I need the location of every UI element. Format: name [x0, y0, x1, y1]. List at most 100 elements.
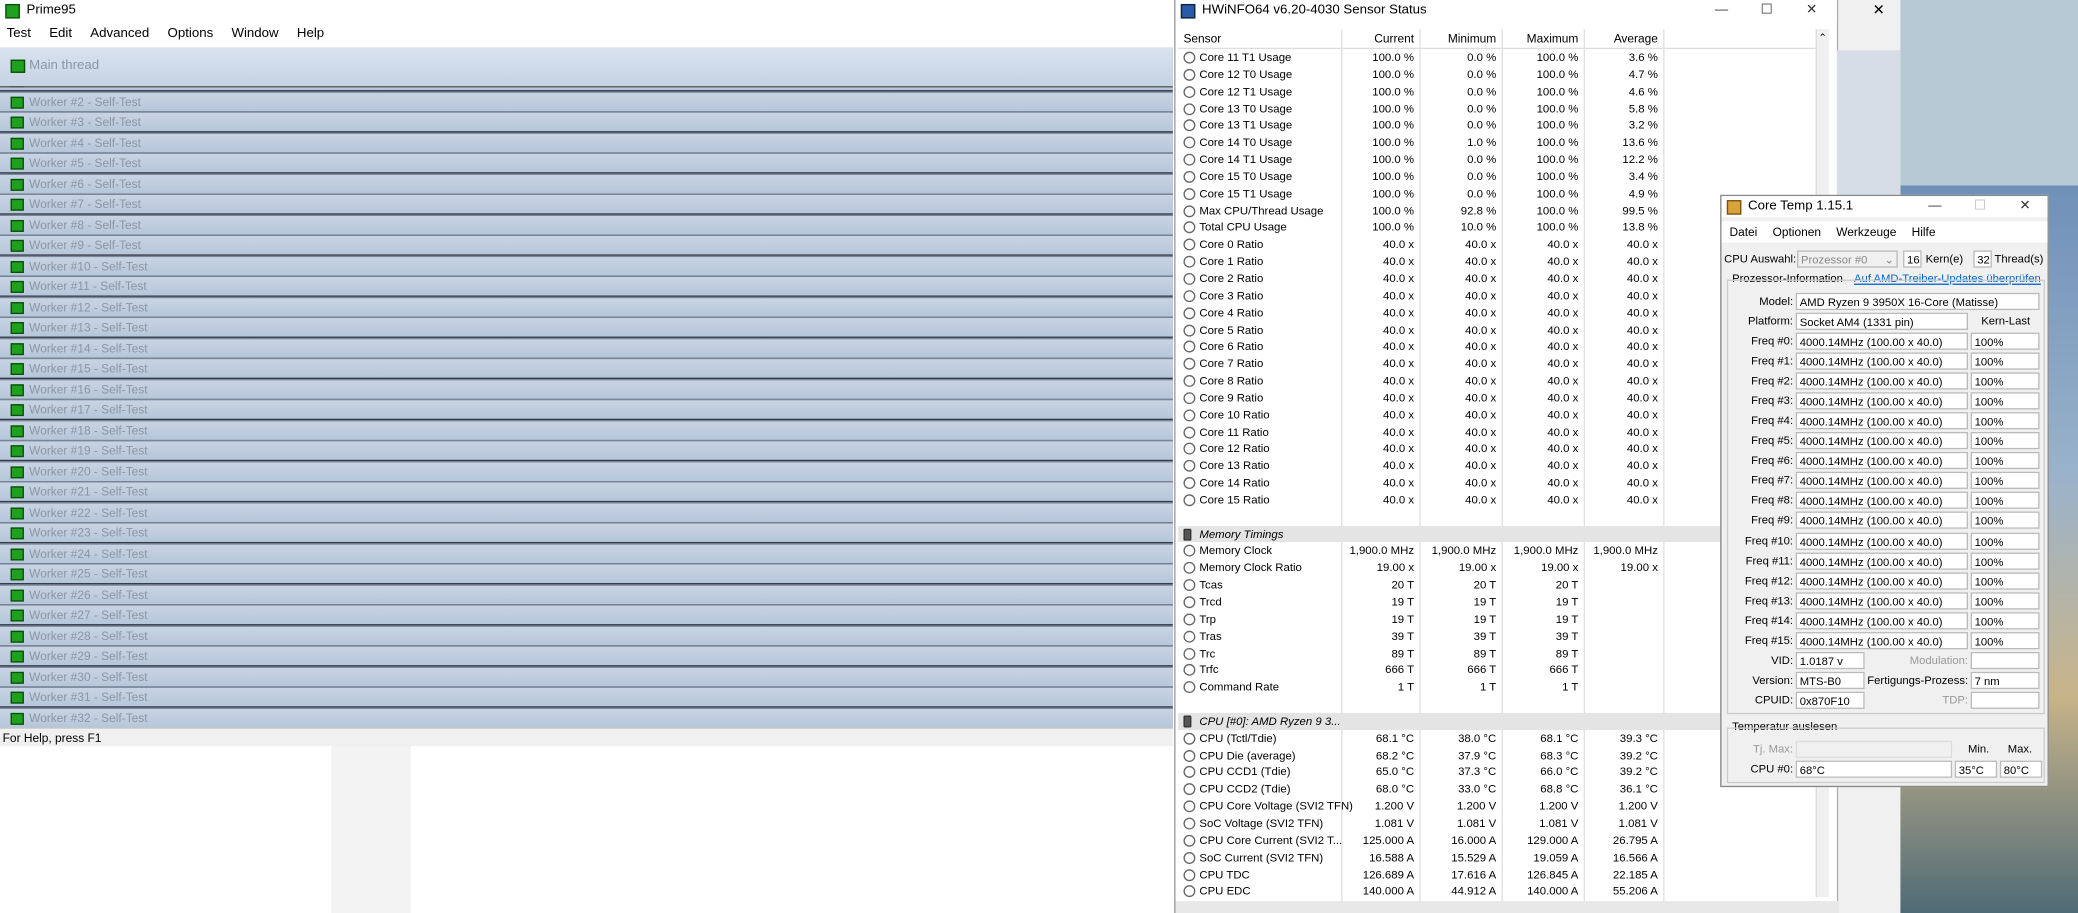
freq-label: Freq #4: — [1751, 413, 1794, 427]
sensor-row[interactable]: Core 13 T0 Usage 100.0 % 0.0 % 100.0 % 5.8 % — [1178, 100, 1827, 117]
freq-value: 4000.14MHz (100.00 x 40.0) — [1795, 611, 1969, 630]
sensor-row[interactable]: Core 13 T1 Usage 100.0 % 0.0 % 100.0 % 3.2 % — [1178, 117, 1827, 134]
worker-window[interactable]: Worker #26 - Self-Test — [0, 583, 1173, 605]
worker-window[interactable]: Worker #6 - Self-Test — [0, 172, 1173, 195]
worker-window[interactable]: Worker #24 - Self-Test — [0, 542, 1173, 564]
sensor-row[interactable]: Core 14 T0 Usage 100.0 % 1.0 % 100.0 % 13.6 … — [1178, 134, 1827, 151]
col-average[interactable]: Average — [1584, 29, 1658, 49]
menu-optionen[interactable]: Optionen — [1773, 225, 1821, 238]
freq-label: Freq #14: — [1744, 613, 1794, 627]
menu-advanced[interactable]: Advanced — [90, 27, 149, 42]
menu-edit[interactable]: Edit — [49, 27, 72, 42]
col-maximum[interactable]: Maximum — [1502, 29, 1579, 49]
sensor-row[interactable]: Core 12 T1 Usage 100.0 % 0.0 % 100.0 % 4.6 % — [1178, 83, 1827, 100]
sensor-row[interactable]: Core 14 T1 Usage 100.0 % 0.0 % 100.0 % 12.2 … — [1178, 151, 1827, 168]
sensor-current: 100.0 % — [1372, 169, 1415, 183]
sensor-average: 1.081 V — [1618, 816, 1658, 830]
worker-window[interactable]: Worker #32 - Self-Test — [0, 706, 1173, 728]
sensor-icon — [1183, 885, 1196, 898]
close-icon[interactable]: ✕ — [1789, 0, 1834, 21]
worker-window[interactable]: Worker #31 - Self-Test — [0, 686, 1173, 708]
sensor-icon — [1183, 613, 1196, 626]
prime95-app-icon — [5, 3, 20, 19]
col-minimum[interactable]: Minimum — [1419, 29, 1496, 49]
worker-window[interactable]: Worker #13 - Self-Test — [0, 316, 1173, 338]
sensor-icon — [1183, 153, 1196, 166]
main-thread-window[interactable]: Main thread — [0, 47, 1173, 88]
sensor-icon — [1183, 323, 1196, 336]
sensor-row[interactable]: Core 11 T1 Usage 100.0 % 0.0 % 100.0 % 3.6 % — [1178, 49, 1827, 66]
coretemp-window: Core Temp 1.15.1 — ☐ ✕ Datei Optionen We… — [1720, 194, 2049, 788]
menu-help[interactable]: Help — [297, 27, 324, 42]
worker-window[interactable]: Worker #17 - Self-Test — [0, 398, 1173, 421]
sensor-row[interactable]: CPU Core Voltage (SVI2 TFN) 1.200 V 1.200 … — [1178, 798, 1827, 815]
processor-select[interactable]: Prozessor #0 ⌄ — [1797, 250, 1898, 268]
worker-window[interactable]: Worker #19 - Self-Test — [0, 439, 1173, 462]
worker-window[interactable]: Worker #8 - Self-Test — [0, 214, 1173, 236]
menu-hilfe[interactable]: Hilfe — [1912, 225, 1936, 238]
cores-count: 16 — [1903, 250, 1922, 268]
prime95-child-icon — [10, 137, 24, 150]
sensor-row[interactable]: CPU TDC 126.689 A 17.616 A 126.845 A 22.185 … — [1178, 866, 1827, 883]
worker-window[interactable]: Worker #20 - Self-Test — [0, 460, 1173, 482]
sensor-row[interactable]: Core 12 T0 Usage 100.0 % 0.0 % 100.0 % 4.7 % — [1178, 66, 1827, 83]
worker-window[interactable]: Worker #22 - Self-Test — [0, 501, 1173, 523]
sensor-minimum: 40.0 x — [1465, 458, 1497, 473]
sensor-current: 40.0 x — [1383, 322, 1415, 336]
worker-window[interactable]: Worker #2 - Self-Test — [0, 90, 1173, 112]
worker-window[interactable]: Worker #18 - Self-Test — [0, 419, 1173, 441]
worker-window[interactable]: Worker #3 - Self-Test — [0, 111, 1173, 133]
worker-window[interactable]: Worker #10 - Self-Test — [0, 255, 1173, 277]
worker-window[interactable]: Worker #12 - Self-Test — [0, 296, 1173, 318]
worker-window[interactable]: Worker #23 - Self-Test — [0, 522, 1173, 544]
sensor-maximum: 40.0 x — [1547, 339, 1579, 353]
maximize-icon[interactable]: ☐ — [1744, 0, 1789, 21]
sensor-row[interactable]: Core 15 T0 Usage 100.0 % 0.0 % 100.0 % 3.4 % — [1178, 168, 1827, 185]
worker-title: Worker #32 - Self-Test — [29, 710, 148, 725]
worker-window[interactable]: Worker #25 - Self-Test — [0, 563, 1173, 585]
worker-title: Worker #30 - Self-Test — [29, 669, 148, 684]
col-sensor[interactable]: Sensor — [1183, 29, 1221, 49]
process-label: Fertigungs-Prozess: — [1867, 673, 1969, 687]
worker-window[interactable]: Worker #30 - Self-Test — [0, 665, 1173, 688]
worker-window[interactable]: Worker #29 - Self-Test — [0, 645, 1173, 667]
sensor-row[interactable]: SoC Current (SVI2 TFN) 16.588 A 15.529 A 19… — [1178, 849, 1827, 866]
sensor-row[interactable]: CPU EDC 140.000 A 44.912 A 140.000 A 55.206 … — [1178, 883, 1827, 900]
worker-window[interactable]: Worker #16 - Self-Test — [0, 378, 1173, 400]
menu-test[interactable]: Test — [7, 27, 31, 42]
hwinfo-titlebar[interactable]: HWiNFO64 v6.20-4030 Sensor Status — ☐ ✕ — [1175, 0, 1837, 22]
prime95-titlebar[interactable]: Prime95 — [0, 0, 1173, 22]
sensor-maximum: 40.0 x — [1547, 288, 1579, 302]
worker-title: Worker #25 - Self-Test — [29, 567, 148, 581]
coretemp-titlebar[interactable]: Core Temp 1.15.1 — ☐ ✕ — [1721, 196, 2048, 218]
worker-window[interactable]: Worker #27 - Self-Test — [0, 604, 1173, 626]
worker-window[interactable]: Worker #7 - Self-Test — [0, 193, 1173, 215]
prime95-mdi-area: Worker #1 - Self-TestWorker #2 - Self-Te… — [0, 47, 1173, 728]
worker-window[interactable]: Worker #9 - Self-Test — [0, 234, 1173, 256]
worker-window[interactable]: Worker #21 - Self-Test — [0, 481, 1173, 503]
sensor-row[interactable]: CPU Core Current (SVI2 T... 125.000 A 16.0… — [1178, 832, 1827, 849]
col-current[interactable]: Current — [1341, 29, 1414, 49]
sensor-name: Core 13 T0 Usage — [1199, 101, 1293, 115]
menu-werkzeuge[interactable]: Werkzeuge — [1836, 225, 1896, 238]
menu-window[interactable]: Window — [231, 27, 278, 42]
minimize-icon[interactable]: — — [1699, 0, 1744, 21]
scroll-up-icon[interactable]: ⌃ — [1818, 32, 1827, 44]
menu-options[interactable]: Options — [168, 27, 214, 42]
worker-window[interactable]: Worker #11 - Self-Test — [0, 275, 1173, 297]
prime95-child-icon — [10, 424, 24, 437]
sensor-average: 4.6 % — [1628, 84, 1658, 98]
cpu0-min: 35°C — [1954, 760, 1998, 778]
sensor-row[interactable]: SoC Voltage (SVI2 TFN) 1.081 V 1.081 V 1.08… — [1178, 815, 1827, 832]
worker-window[interactable]: Worker #14 - Self-Test — [0, 337, 1173, 359]
worker-window[interactable]: Worker #4 - Self-Test — [0, 131, 1173, 154]
close-icon[interactable]: ✕ — [2002, 196, 2047, 217]
menu-datei[interactable]: Datei — [1729, 225, 1757, 238]
minimize-icon[interactable]: — — [1912, 196, 1957, 217]
sensor-current: 40.0 x — [1383, 492, 1415, 507]
worker-window[interactable]: Worker #5 - Self-Test — [0, 152, 1173, 174]
worker-window[interactable]: Worker #28 - Self-Test — [0, 624, 1173, 646]
freq-label: Freq #5: — [1751, 433, 1794, 447]
close-icon[interactable]: ✕ — [1873, 1, 1885, 19]
worker-window[interactable]: Worker #15 - Self-Test — [0, 357, 1173, 379]
